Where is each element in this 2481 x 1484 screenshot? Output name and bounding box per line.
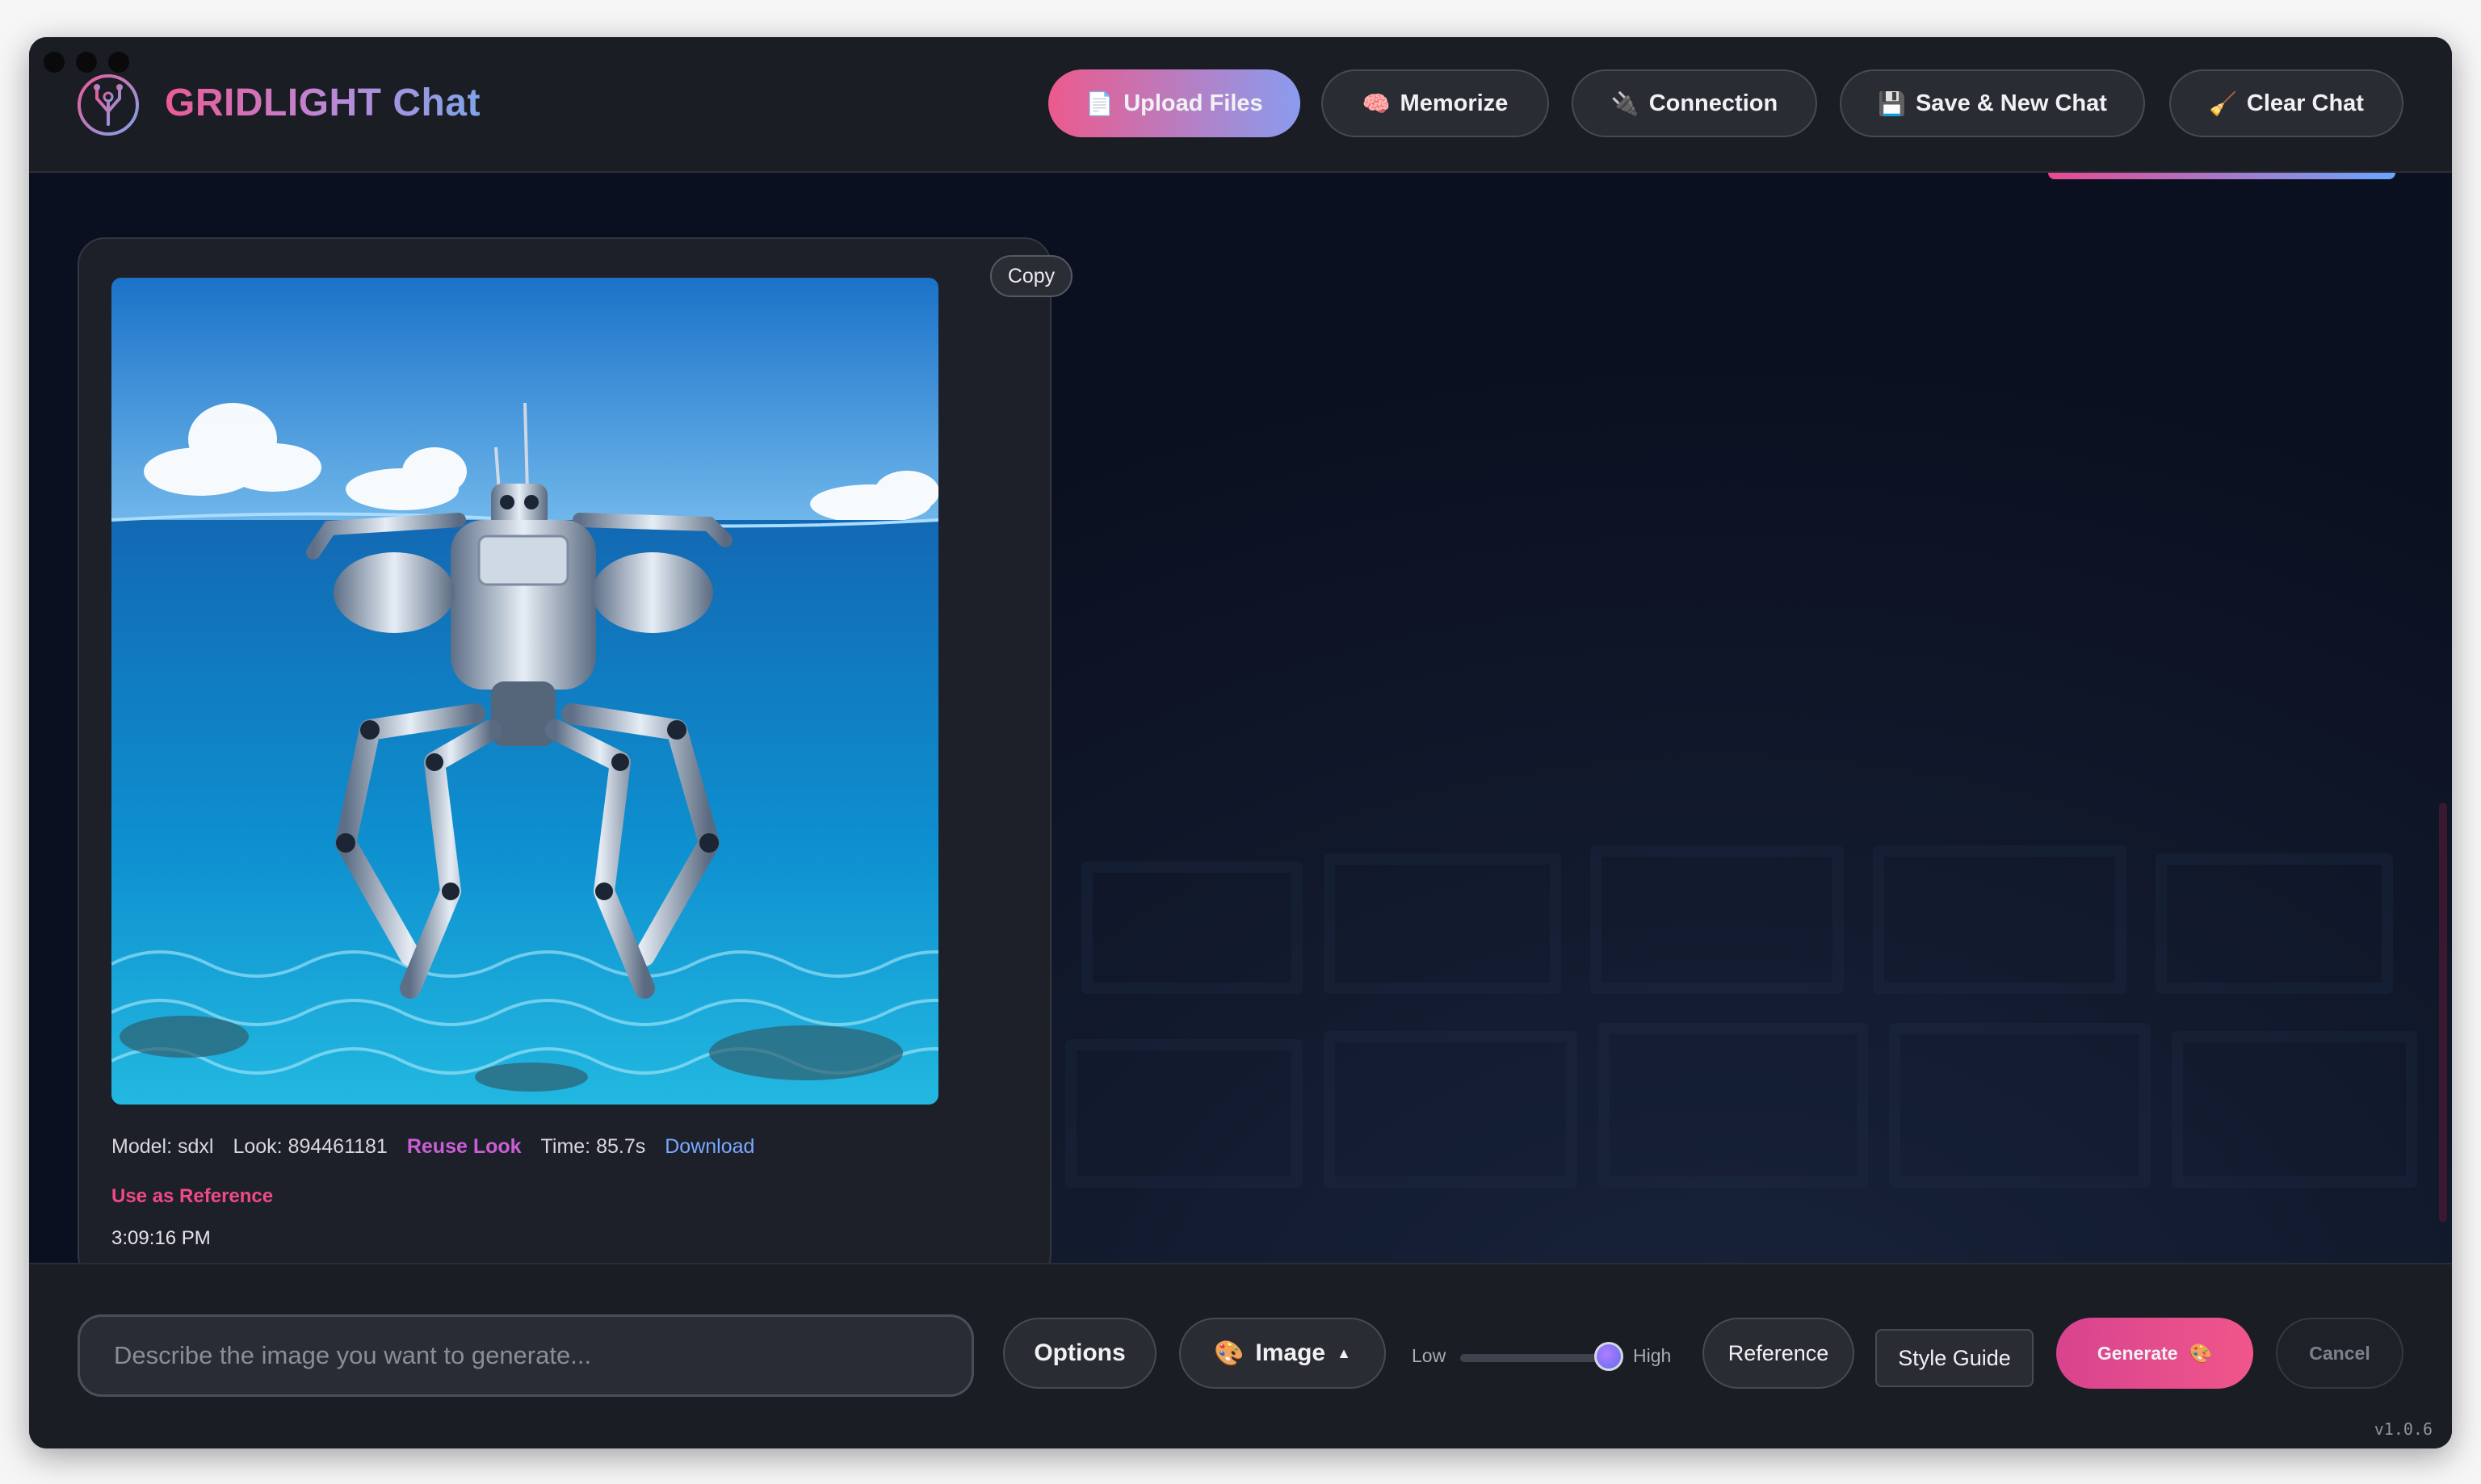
palette-icon: 🎨 — [2189, 1342, 2213, 1364]
message-timestamp: 3:09:16 PM — [111, 1227, 211, 1249]
scroll-indicator — [2048, 173, 2395, 179]
style-guide-button[interactable]: Style Guide — [1875, 1329, 2034, 1387]
cancel-label: Cancel — [2309, 1342, 2370, 1364]
plug-icon: 🔌 — [1610, 90, 1639, 116]
slider-high-label: High — [1633, 1345, 1672, 1366]
reuse-look-link[interactable]: Reuse Look — [407, 1135, 522, 1159]
gridlight-logo-icon — [78, 74, 139, 136]
style-guide-label: Style Guide — [1898, 1345, 2011, 1370]
zoom-window-button[interactable] — [108, 52, 129, 73]
caret-up-icon: ▲ — [1337, 1344, 1351, 1361]
broom-icon: 🧹 — [2209, 90, 2237, 116]
clear-chat-button[interactable]: 🧹 Clear Chat — [2169, 69, 2403, 137]
connection-label: Connection — [1648, 90, 1778, 116]
options-button[interactable]: Options — [1003, 1318, 1157, 1389]
look-seed: Look: 894461181 — [233, 1135, 388, 1158]
generated-image-message: Copy Model: sdxl Look: 894461181 Reuse L… — [78, 237, 1073, 1263]
app-title: GRIDLIGHT Chat — [165, 82, 481, 124]
copy-button[interactable]: Copy — [990, 255, 1073, 297]
upload-files-label: Upload Files — [1123, 90, 1263, 116]
memorize-button[interactable]: 🧠 Memorize — [1321, 69, 1549, 137]
generated-image[interactable] — [111, 278, 938, 1105]
app-window: GRIDLIGHT Chat 📄 Upload Files 🧠 Memorize… — [29, 37, 2452, 1448]
cancel-button[interactable]: Cancel — [2276, 1318, 2403, 1389]
window-controls — [44, 52, 129, 73]
generate-label: Generate — [2097, 1342, 2178, 1364]
generate-button[interactable]: Generate 🎨 — [2056, 1318, 2253, 1389]
memorize-label: Memorize — [1400, 90, 1509, 116]
save-new-chat-button[interactable]: 💾 Save & New Chat — [1840, 69, 2145, 137]
reference-button[interactable]: Reference — [1702, 1318, 1854, 1389]
save-new-chat-label: Save & New Chat — [1915, 90, 2107, 116]
version-label: v1.0.6 — [2374, 1419, 2433, 1439]
reference-label: Reference — [1727, 1340, 1829, 1365]
use-as-reference-link[interactable]: Use as Reference — [111, 1185, 273, 1208]
minimize-window-button[interactable] — [76, 52, 97, 73]
download-link[interactable]: Download — [665, 1135, 754, 1159]
close-window-button[interactable] — [44, 52, 65, 73]
prompt-input[interactable] — [78, 1314, 974, 1397]
mode-label: Image — [1255, 1339, 1326, 1366]
quality-slider-handle[interactable] — [1594, 1342, 1623, 1371]
slider-low-label: Low — [1412, 1345, 1446, 1366]
generation-time: Time: 85.7s — [540, 1135, 646, 1158]
connection-button[interactable]: 🔌 Connection — [1572, 69, 1817, 137]
scrollbar[interactable] — [2439, 803, 2447, 1222]
background-grid-decoration — [1065, 845, 2417, 1188]
options-label: Options — [1034, 1339, 1126, 1366]
file-icon: 📄 — [1085, 90, 1115, 116]
clear-chat-label: Clear Chat — [2246, 90, 2364, 116]
app-header: GRIDLIGHT Chat 📄 Upload Files 🧠 Memorize… — [29, 37, 2452, 173]
chat-area[interactable]: Copy Model: sdxl Look: 894461181 Reuse L… — [29, 173, 2452, 1263]
palette-icon: 🎨 — [1214, 1339, 1245, 1367]
brain-icon: 🧠 — [1362, 90, 1391, 116]
upload-files-button[interactable]: 📄 Upload Files — [1048, 69, 1300, 137]
mode-select[interactable]: 🎨 Image ▲ — [1179, 1318, 1386, 1389]
model-info: Model: sdxl — [111, 1135, 214, 1158]
image-metadata: Model: sdxl Look: 894461181 Reuse Look T… — [111, 1135, 754, 1159]
composer-bar: Options 🎨 Image ▲ Low High Reference Sty… — [29, 1263, 2452, 1448]
floppy-disk-icon: 💾 — [1878, 90, 1906, 116]
quality-slider-track[interactable] — [1460, 1354, 1609, 1362]
